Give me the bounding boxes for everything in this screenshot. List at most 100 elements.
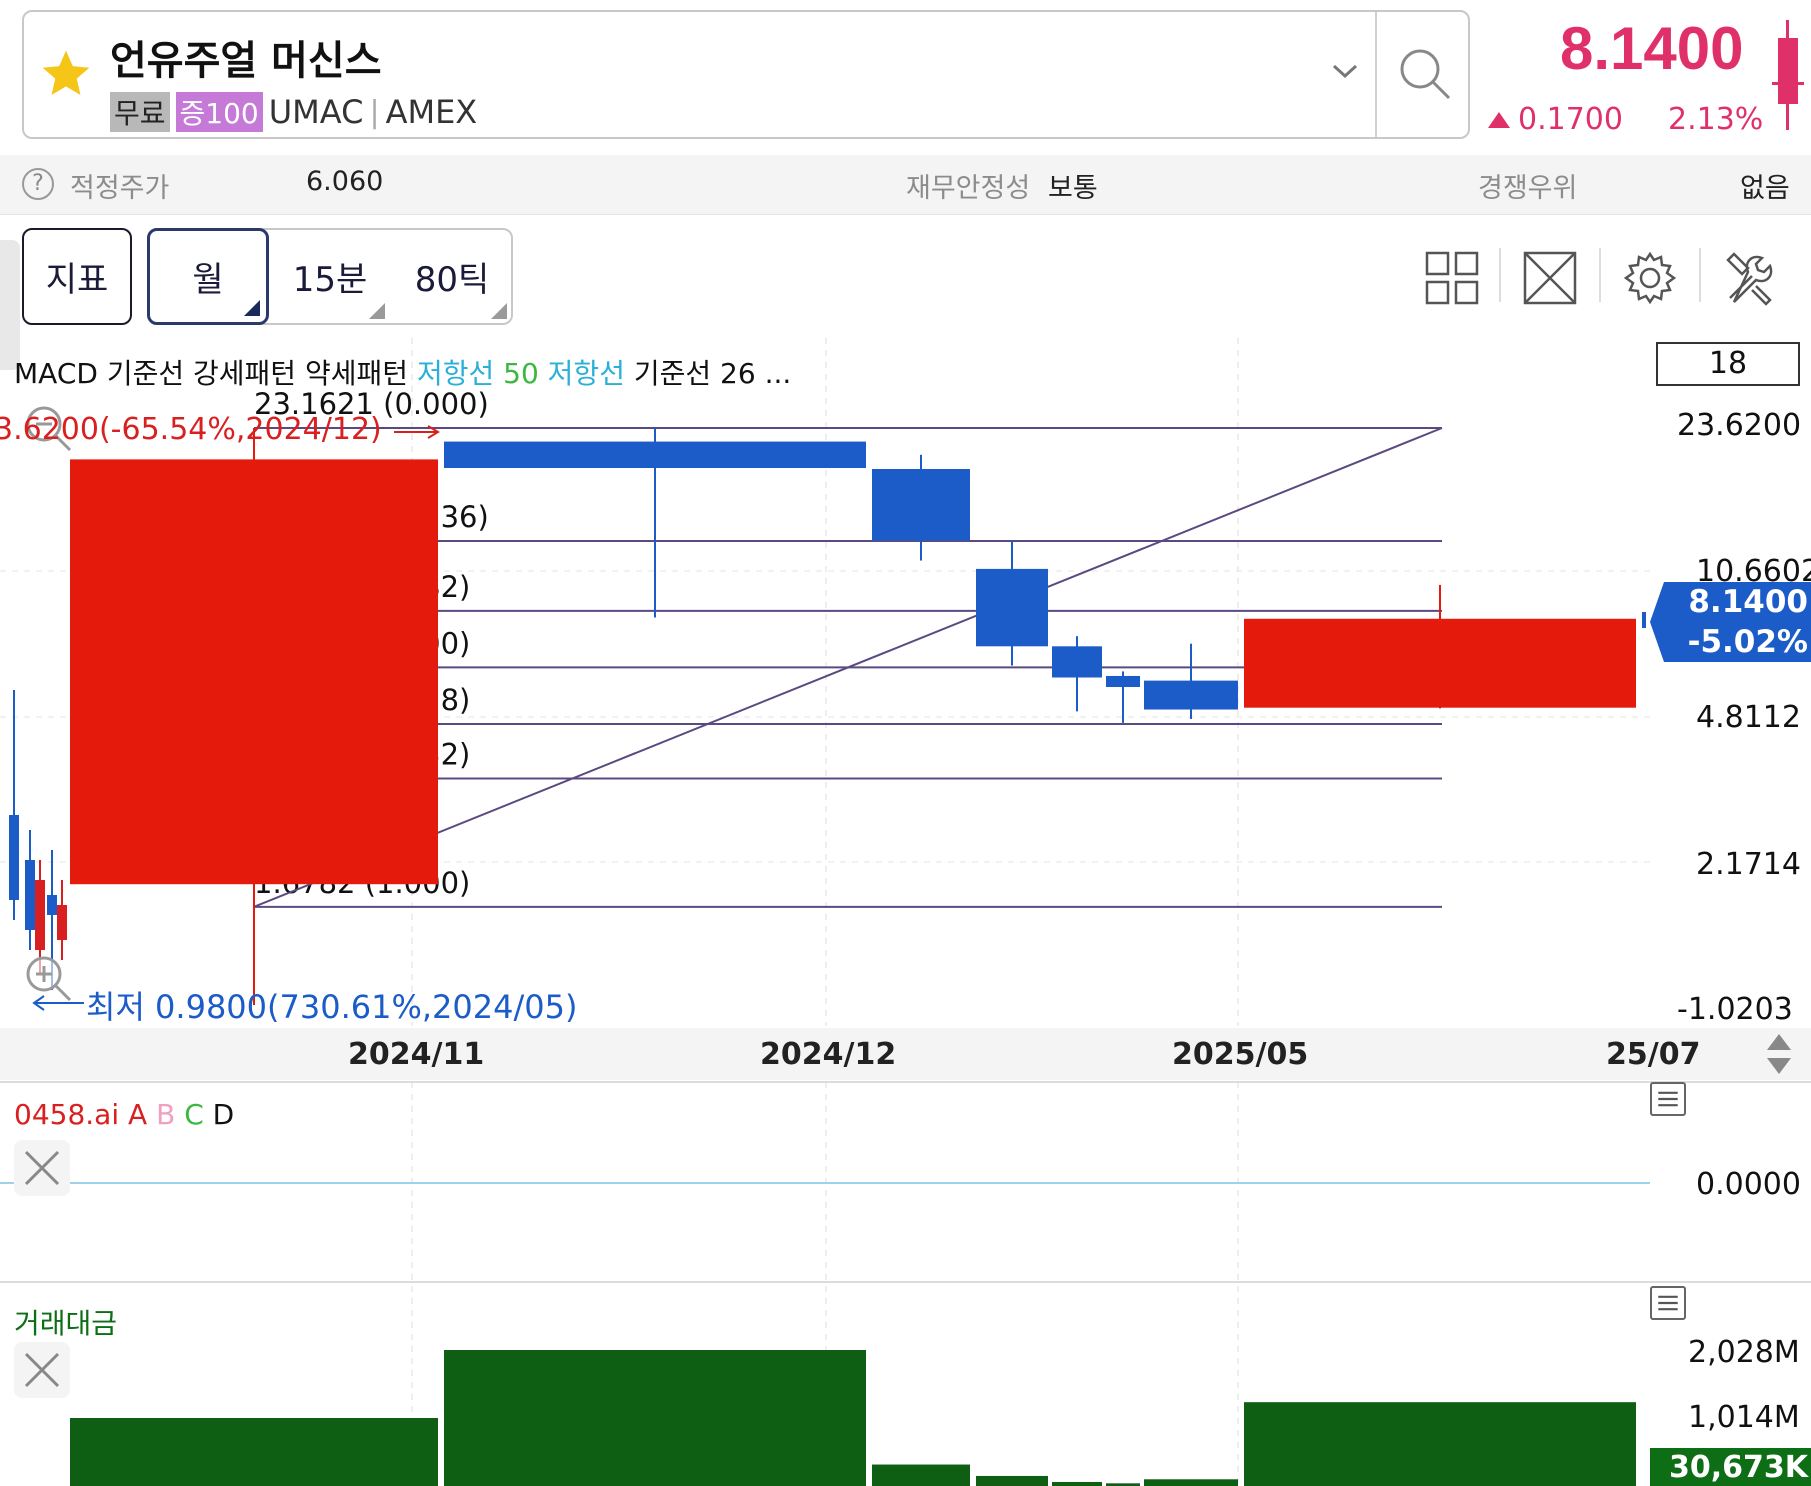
stock-name: 언유주얼 머신스 [110, 38, 382, 84]
competitive-advantage-label: 경쟁우위 [1478, 173, 1578, 204]
candle-body [444, 441, 866, 469]
legend-bear-pattern: 약세패턴 [304, 357, 409, 390]
price-axis-label: 2.1714 [1696, 847, 1801, 882]
candle-body [70, 459, 438, 885]
volume-current-value: 30,673K [1668, 1450, 1808, 1485]
stock-tags: 무료 증100 UMAC | AMEX [110, 92, 477, 132]
sub1-legend-name: 0458.ai [14, 1098, 120, 1131]
period-80tick-button[interactable]: 80틱 [391, 228, 513, 325]
gear-icon[interactable] [1622, 250, 1678, 306]
menu-icon[interactable] [1650, 1286, 1686, 1320]
expand-icon[interactable] [1522, 250, 1578, 306]
candle-body [976, 568, 1048, 647]
period-80tick-label: 80틱 [414, 260, 490, 300]
legend-resistance: 저항선 [416, 357, 495, 390]
period-15min-label: 15분 [292, 260, 368, 300]
candle-body [1052, 646, 1102, 678]
mini-candle-body [1778, 38, 1798, 104]
candle-body [9, 815, 19, 900]
legend-period-26: 26 [720, 357, 756, 390]
legend-base-line: 기준선 [106, 357, 185, 390]
volume-bar [1052, 1481, 1102, 1486]
ticker-symbol: UMAC [268, 93, 364, 131]
candle-body [1244, 618, 1636, 708]
exchange-name: AMEX [385, 93, 478, 131]
close-icon[interactable] [14, 1140, 70, 1196]
legend-period-50: 50 [503, 357, 539, 390]
period-count-box[interactable]: 18 [1656, 342, 1800, 386]
current-price-tag-value: 8.1400 [1688, 584, 1808, 620]
close-icon[interactable] [14, 1342, 70, 1398]
margin-badge: 증100 [175, 92, 263, 132]
search-icon[interactable] [1395, 44, 1455, 104]
candle-body [35, 880, 45, 950]
price-chart[interactable]: 23.1621 (0.000)12.4667 (0.236)8.4981 (0.… [0, 335, 1811, 1486]
volume-bar [1244, 1402, 1636, 1486]
candle-body [872, 469, 970, 541]
free-badge: 무료 [110, 92, 170, 132]
fair-price-value: 6.060 [306, 166, 384, 197]
low-note-arrow-icon [32, 995, 84, 1011]
volume-axis-label: 1,014M [1688, 1400, 1800, 1435]
period-low-note: 최저 0.9800(730.61%,2024/05) [86, 988, 578, 1026]
candle-body [1106, 675, 1140, 688]
legend-base-line-2: 기준선 [633, 357, 712, 390]
period-month-label: 월 [192, 260, 224, 300]
mini-candle-tick [1772, 82, 1804, 85]
current-price-tag-percent: -5.02% [1687, 624, 1808, 660]
price-axis-label: 23.6200 [1677, 408, 1802, 443]
price-change-percent: 2.13% [1668, 102, 1764, 137]
indicator-button[interactable]: 지표 [22, 228, 132, 325]
indicator-legend[interactable]: MACD 기준선 강세패턴 약세패턴 저항선 50 저항선 기준선 26 ... [14, 352, 791, 392]
period-month-button[interactable]: 월 [147, 228, 269, 325]
price-axis-label: 4.8112 [1696, 700, 1801, 735]
search-divider [1375, 12, 1377, 137]
legend-macd: MACD [14, 357, 98, 390]
volume-bars [70, 1350, 1636, 1486]
volume-bar [444, 1350, 866, 1486]
time-axis-label: 2024/12 [760, 1037, 897, 1072]
time-axis-label: 2025/05 [1172, 1037, 1309, 1072]
period-15min-button[interactable]: 15분 [269, 228, 391, 325]
candle-body [47, 895, 57, 915]
help-icon[interactable]: ? [22, 168, 54, 200]
sub1-zero-label: 0.0000 [1696, 1167, 1801, 1202]
financial-stability-label: 재무안정성 [906, 173, 1031, 204]
corner-indicator [369, 303, 385, 319]
tools-icon[interactable] [1722, 250, 1778, 306]
volume-bar [1144, 1479, 1238, 1486]
candle-body [1144, 680, 1238, 710]
high-note-arrow-icon [394, 425, 440, 439]
menu-icon[interactable] [1650, 1082, 1686, 1116]
legend-bull-pattern: 강세패턴 [193, 357, 297, 390]
period-high-note: 3.6200(-65.54%,2024/12) [0, 412, 382, 447]
time-axis-label: 25/07 [1606, 1037, 1701, 1072]
fair-price-label: 적정주가 [70, 173, 170, 204]
current-price-marker [1642, 612, 1646, 628]
grid-layout-icon[interactable] [1424, 250, 1480, 306]
candle-body [25, 860, 35, 930]
legend-more[interactable]: ... [765, 357, 792, 390]
volume-axis-label: 2,028M [1688, 1335, 1800, 1370]
time-axis-label: 2024/11 [348, 1037, 485, 1072]
financial-stability-value: 보통 [1048, 173, 1098, 204]
scroll-up-down-icon[interactable] [1764, 1032, 1794, 1076]
tag-separator: | [369, 94, 380, 130]
sub1-legend[interactable]: 0458.ai A B C D [14, 1098, 234, 1131]
volume-bar [872, 1464, 970, 1486]
price-axis-label: -1.0203 [1677, 992, 1793, 1027]
price-change-value: 0.1700 [1518, 102, 1623, 137]
toolbar-separator [1599, 248, 1601, 302]
volume-bar [70, 1418, 438, 1486]
competitive-advantage-value: 없음 [1740, 173, 1790, 204]
toolbar-separator [1499, 248, 1501, 302]
favorite-star-icon[interactable] [38, 46, 94, 102]
sub1-legend-b: B [156, 1098, 176, 1131]
volume-legend[interactable]: 거래대금 [14, 1302, 117, 1342]
sub1-legend-c: C [184, 1098, 204, 1131]
volume-bar [976, 1475, 1048, 1486]
current-price: 8.1400 [1560, 15, 1744, 82]
chevron-down-icon[interactable] [1330, 60, 1360, 82]
toolbar-separator [1699, 248, 1701, 302]
corner-indicator [491, 303, 507, 319]
